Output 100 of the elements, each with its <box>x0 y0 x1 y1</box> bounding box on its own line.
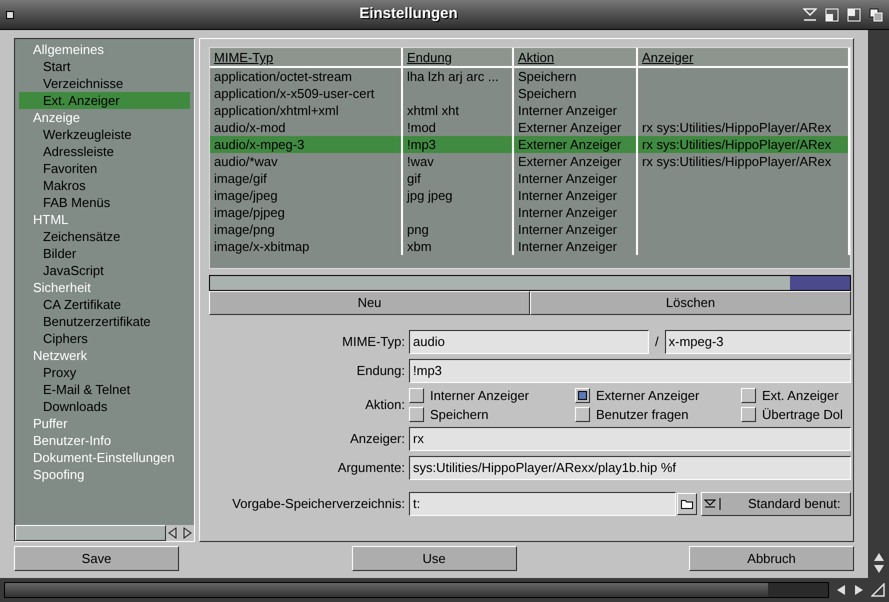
sidebar-item[interactable]: Makros <box>19 177 190 194</box>
sidebar-item[interactable]: Spoofing <box>19 466 190 483</box>
sidebar-item[interactable]: FAB Menüs <box>19 194 190 211</box>
sidebar-item[interactable]: Netzwerk <box>19 347 190 364</box>
checkbox[interactable] <box>575 407 590 422</box>
folder-icon <box>681 499 693 509</box>
scrollbar-thumb[interactable] <box>768 583 828 597</box>
field-label: MIME-Typ: <box>341 333 405 352</box>
list-button[interactable]: Löschen <box>530 291 851 315</box>
table-cell: png <box>407 222 429 237</box>
sidebar-item[interactable]: HTML <box>19 211 190 228</box>
dropdown-button[interactable]: Standard benut: <box>701 492 851 516</box>
scroll-left-icon[interactable] <box>835 584 847 596</box>
table-cell: lha lzh arj arc ... <box>407 69 499 84</box>
input-field[interactable]: rx <box>409 427 851 451</box>
scrollbar-thumb[interactable] <box>790 276 850 290</box>
table-cell: rx sys:Utilities/HippoPlayer/ARex <box>642 137 832 152</box>
table-cell: image/png <box>214 222 275 237</box>
folder-button[interactable] <box>677 493 697 515</box>
table-cell: !wav <box>407 154 434 169</box>
table-cell: application/octet-stream <box>214 69 352 84</box>
sidebar-item[interactable]: Allgemeines <box>19 41 190 58</box>
sidebar-item[interactable]: Favoriten <box>19 160 190 177</box>
table-cell: rx sys:Utilities/HippoPlayer/ARex <box>642 154 832 169</box>
table-cell: image/x-xbitmap <box>214 239 310 254</box>
sidebar-item[interactable]: Benutzer-Info <box>19 432 190 449</box>
sidebar-item[interactable]: Puffer <box>19 415 190 432</box>
minimize-icon[interactable] <box>803 8 817 22</box>
scrollbar[interactable] <box>209 275 851 291</box>
table-cell: Interner Anzeiger <box>518 222 618 237</box>
dialog-button[interactable]: Abbruch <box>689 546 854 571</box>
scroll-right-icon[interactable] <box>853 584 865 596</box>
checkbox[interactable] <box>741 388 756 403</box>
checkbox-label: Ext. Anzeiger <box>762 387 839 404</box>
input-field[interactable]: sys:Utilities/HippoPlayer/ARexx/play1b.hip %f <box>409 456 851 480</box>
checkbox[interactable] <box>409 388 424 403</box>
input-field[interactable]: x-mpeg-3 <box>664 330 851 354</box>
table-cell: Interner Anzeiger <box>518 205 618 220</box>
checkbox[interactable] <box>575 388 590 403</box>
scroll-up-icon[interactable] <box>872 552 884 562</box>
sidebar-item[interactable]: Sicherheit <box>19 279 190 296</box>
separator-text: / <box>655 333 659 352</box>
column-header[interactable]: Aktion <box>514 48 638 68</box>
sidebar-item[interactable]: Proxy <box>19 364 190 381</box>
table-cell: audio/x-mpeg-3 <box>214 137 304 152</box>
checkbox[interactable] <box>741 407 756 422</box>
dialog-button[interactable]: Use <box>352 546 516 571</box>
table-cell: Interner Anzeiger <box>518 171 618 186</box>
sidebar-item[interactable]: E-Mail & Telnet <box>19 381 190 398</box>
column-header[interactable]: Anzeiger <box>638 48 850 68</box>
table-cell: application/xhtml+xml <box>214 103 339 118</box>
field-label: Anzeiger: <box>349 430 405 448</box>
checkbox[interactable] <box>409 407 424 422</box>
sidebar-item[interactable]: Verzeichnisse <box>19 75 190 92</box>
sidebar-item[interactable]: Ciphers <box>19 330 190 347</box>
horizontal-scrollbar[interactable] <box>4 582 829 598</box>
input-field[interactable]: t: <box>409 492 676 516</box>
table-cell: audio/*wav <box>214 154 278 169</box>
close-icon[interactable] <box>6 10 14 18</box>
sidebar-item[interactable]: Dokument-Einstellungen <box>19 449 190 466</box>
list-button[interactable]: Neu <box>209 291 530 315</box>
table-cell: !mp3 <box>407 137 436 152</box>
sidebar-item[interactable]: Adressleiste <box>19 143 190 160</box>
table-cell: Speichern <box>518 69 577 84</box>
sidebar-item[interactable]: Ext. Anzeiger <box>19 92 190 109</box>
checkbox-label: Interner Anzeiger <box>430 387 530 404</box>
column-header[interactable]: MIME-Typ <box>210 48 403 68</box>
resize-icon[interactable] <box>825 8 839 22</box>
sidebar-item[interactable]: CA Zertifikate <box>19 296 190 313</box>
checkbox-label: Übertrage Dol <box>762 406 843 423</box>
maximize-icon[interactable] <box>847 8 861 22</box>
resize-handle-icon[interactable] <box>871 583 885 597</box>
window-title: Einstellungen <box>358 4 459 24</box>
sidebar-item[interactable]: Werkzeugleiste <box>19 126 190 143</box>
checkbox-label: Externer Anzeiger <box>596 387 700 404</box>
field-label: Argumente: <box>336 459 405 478</box>
sidebar-item[interactable]: Start <box>19 58 190 75</box>
input-field[interactable]: !mp3 <box>409 359 851 383</box>
table-cell: application/x-x509-user-cert <box>214 86 374 101</box>
dialog-button[interactable]: Save <box>14 546 179 571</box>
sidebar-item[interactable]: JavaScript <box>19 262 190 279</box>
table-cell: image/jpeg <box>214 188 278 203</box>
sidebar-item[interactable]: Downloads <box>19 398 190 415</box>
sidebar-item[interactable]: Benutzerzertifikate <box>19 313 190 330</box>
sidebar-item[interactable]: Anzeige <box>19 109 190 126</box>
table-cell: xhtml xht <box>407 103 460 118</box>
scroll-down-icon[interactable] <box>872 564 884 574</box>
table-cell: Externer Anzeiger <box>518 137 622 152</box>
column-header[interactable]: Endung <box>403 48 514 68</box>
table-cell: !mod <box>407 120 436 135</box>
sidebar-item[interactable]: Bilder <box>19 245 190 262</box>
sidebar-item[interactable]: Zeichensätze <box>19 228 190 245</box>
input-field[interactable]: audio <box>409 330 649 354</box>
field-label: Vorgabe-Speicherverzeichnis: <box>231 495 405 514</box>
field-label: Aktion: <box>364 396 405 414</box>
table-cell: gif <box>407 171 421 186</box>
table-cell: Speichern <box>518 86 577 101</box>
depth-icon[interactable] <box>869 8 883 22</box>
table-cell: audio/x-mod <box>214 120 286 135</box>
checkbox-label: Speichern <box>430 406 489 423</box>
